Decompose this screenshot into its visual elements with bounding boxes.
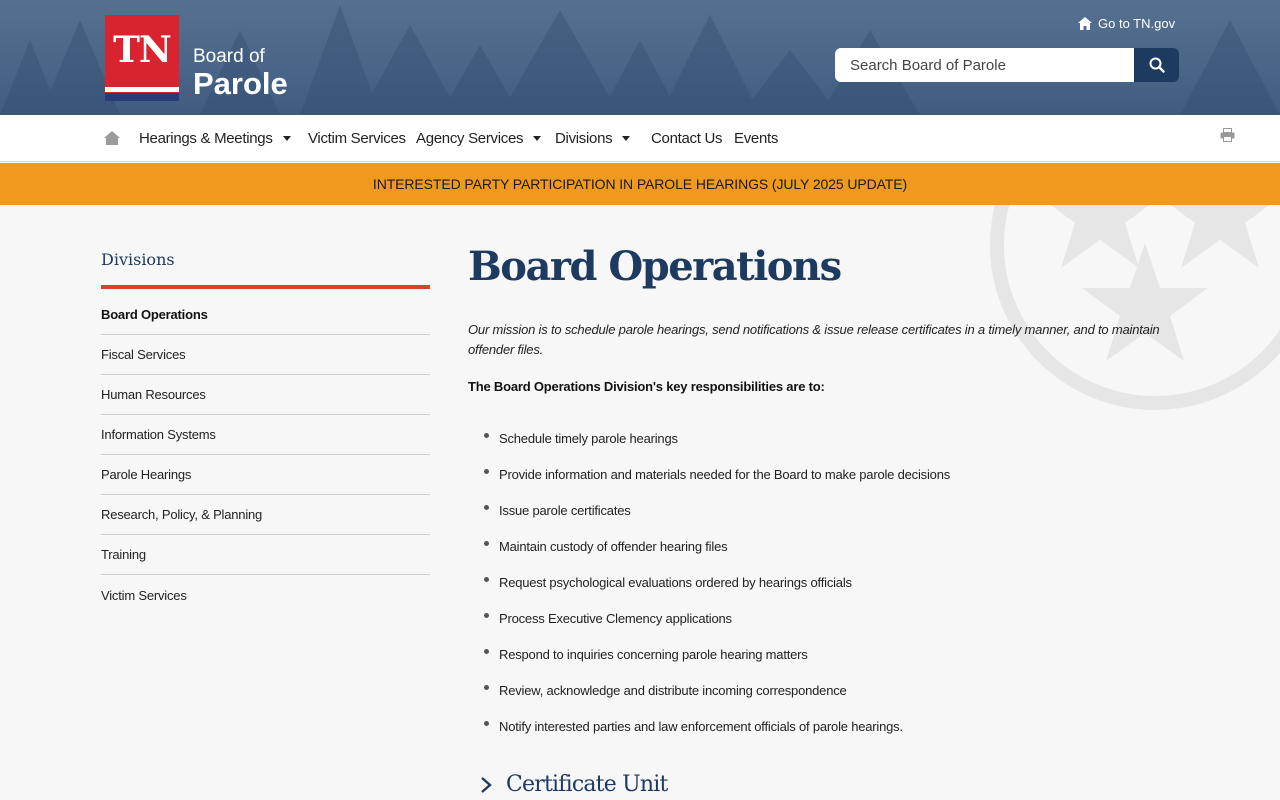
go-to-tn-link[interactable]: Go to TN.gov: [1078, 16, 1175, 31]
nav-label: Agency Services: [416, 130, 524, 147]
nav-label: Events: [734, 130, 779, 147]
list-item: Schedule timely parole hearings: [484, 420, 950, 456]
list-item-text: Request psychological evaluations ordere…: [499, 574, 852, 590]
banner-text: INTERESTED PARTY PARTICIPATION IN PAROLE…: [372, 176, 908, 192]
sidebar-item-parole-hearings[interactable]: Parole Hearings: [101, 455, 430, 495]
list-item: Request psychological evaluations ordere…: [484, 564, 950, 600]
sidebar-item-board-operations[interactable]: Board Operations: [101, 295, 430, 335]
search-form: [835, 48, 1179, 82]
nav-victim-services[interactable]: Victim Services: [308, 115, 406, 162]
logo-text: Board of Parole: [193, 47, 288, 101]
list-item-text: Maintain custody of offender hearing fil…: [499, 538, 728, 554]
list-item: Issue parole certificates: [484, 492, 950, 528]
announcement-banner[interactable]: INTERESTED PARTY PARTICIPATION IN PAROLE…: [0, 163, 1280, 205]
list-item: Notify interested parties and law enforc…: [484, 708, 950, 744]
list-item-text: Notify interested parties and law enforc…: [499, 718, 903, 734]
tristar-watermark: [990, 205, 1280, 410]
list-item-text: Provide information and materials needed…: [499, 466, 951, 482]
sidebar-item-victim-services[interactable]: Victim Services: [101, 575, 430, 615]
responsibilities-heading: The Board Operations Division's key resp…: [468, 379, 825, 394]
bullet-icon: [484, 577, 489, 582]
nav-label: Victim Services: [308, 130, 406, 147]
home-icon[interactable]: [104, 131, 120, 145]
list-item: Review, acknowledge and distribute incom…: [484, 672, 950, 708]
sidebar-divider: [101, 285, 430, 289]
bullet-icon: [484, 721, 489, 726]
logo-line1: Board of: [193, 46, 265, 67]
nav-agency-services[interactable]: Agency Services: [416, 115, 542, 162]
list-item: Provide information and materials needed…: [484, 456, 950, 492]
nav-divisions[interactable]: Divisions: [555, 115, 631, 162]
page-title: Board Operations: [468, 243, 842, 290]
sidebar-item-human-resources[interactable]: Human Resources: [101, 375, 430, 415]
bullet-icon: [484, 505, 489, 510]
nav-contact-us[interactable]: Contact Us: [651, 115, 723, 162]
caret-down-icon: [622, 136, 631, 141]
certificate-unit-accordion[interactable]: Certificate Unit: [480, 772, 668, 797]
caret-down-icon: [282, 136, 291, 141]
bullet-icon: [484, 433, 489, 438]
nav-label: Divisions: [555, 130, 613, 147]
bullet-icon: [484, 469, 489, 474]
bullet-icon: [484, 613, 489, 618]
sidebar-title: Divisions: [101, 250, 175, 269]
list-item-text: Issue parole certificates: [499, 502, 631, 518]
main-nav: Hearings & Meetings Victim Services Agen…: [0, 115, 1280, 162]
logo-abbr: TN: [113, 29, 172, 71]
sidebar-item-research-policy-planning[interactable]: Research, Policy, & Planning: [101, 495, 430, 535]
search-button[interactable]: [1134, 48, 1179, 82]
list-item: Respond to inquiries concerning parole h…: [484, 636, 950, 672]
sidebar-item-fiscal-services[interactable]: Fiscal Services: [101, 335, 430, 375]
home-icon: [1078, 17, 1092, 30]
go-to-tn-label: Go to TN.gov: [1098, 16, 1176, 31]
bullet-icon: [484, 541, 489, 546]
sidebar-nav: Board Operations Fiscal Services Human R…: [101, 295, 430, 615]
bullet-icon: [484, 685, 489, 690]
bullet-icon: [484, 649, 489, 654]
site-header: TN Board of Parole Go to TN.gov: [0, 0, 1280, 115]
nav-label: Contact Us: [651, 130, 723, 147]
responsibilities-list: Schedule timely parole hearings Provide …: [484, 420, 950, 744]
nav-hearings-meetings[interactable]: Hearings & Meetings: [139, 115, 291, 162]
caret-down-icon: [533, 136, 542, 141]
list-item-text: Respond to inquiries concerning parole h…: [499, 646, 808, 662]
chevron-right-icon: [481, 776, 492, 793]
list-item-text: Review, acknowledge and distribute incom…: [499, 682, 847, 698]
site-logo[interactable]: TN Board of Parole: [105, 15, 288, 101]
list-item-text: Schedule timely parole hearings: [499, 430, 678, 446]
print-icon[interactable]: [1220, 128, 1235, 142]
search-icon: [1149, 57, 1165, 73]
mission-statement: Our mission is to schedule parole hearin…: [468, 322, 1160, 357]
tn-logo-mark: TN: [105, 15, 179, 101]
sidebar-item-training[interactable]: Training: [101, 535, 430, 575]
list-item: Process Executive Clemency applications: [484, 600, 950, 636]
list-item-text: Process Executive Clemency applications: [499, 610, 732, 626]
accordion-title: Certificate Unit: [506, 772, 668, 797]
search-input[interactable]: [835, 48, 1134, 82]
nav-events[interactable]: Events: [734, 115, 778, 162]
list-item: Maintain custody of offender hearing fil…: [484, 528, 950, 564]
logo-line2: Parole: [193, 66, 288, 101]
sidebar-item-information-systems[interactable]: Information Systems: [101, 415, 430, 455]
nav-label: Hearings & Meetings: [139, 130, 273, 147]
